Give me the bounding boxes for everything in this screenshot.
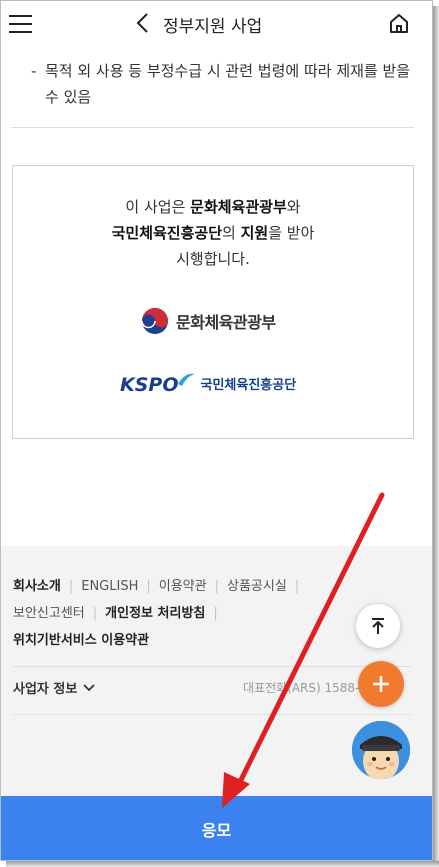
support-text-part: 의	[222, 224, 241, 242]
kspo-swoosh-icon	[178, 373, 196, 386]
divider	[11, 127, 414, 128]
support-statement: 이 사업은 문화체육관광부와 국민체육진흥공단의 지원을 받아 시행합니다.	[13, 194, 413, 272]
separator: |	[214, 579, 219, 594]
taegeuk-emblem-icon	[141, 308, 168, 334]
notice-body: 목적 외 사용 등 부정수급 시 관련 법령에 따라 제재를 받을 수 있음	[45, 62, 411, 106]
chevron-left-icon[interactable]	[134, 12, 152, 34]
page-title: 정부지원 사업	[163, 17, 263, 37]
divider	[13, 666, 411, 667]
app-frame: 정부지원 사업 - 목적 외 사용 등 부정수급 시 관련 법령에 따라 제재를…	[0, 0, 433, 861]
footer-links-row: 회사소개 | ENGLISH | 이용약관 | 상품공시실 |	[13, 573, 423, 600]
footer-link-english[interactable]: ENGLISH	[81, 579, 138, 594]
chatbot-button[interactable]	[352, 721, 410, 779]
support-text-part: 을 받아	[268, 224, 315, 242]
mcst-logo-text: 문화체육관광부	[176, 313, 276, 332]
arrow-up-to-top-icon	[372, 618, 384, 634]
notice-text: - 목적 외 사용 등 부정수급 시 관련 법령에 따라 제재를 받을 수 있음	[31, 58, 411, 110]
government-support-box: 이 사업은 문화체육관광부와 국민체육진흥공단의 지원을 받아 시행합니다. 문…	[12, 165, 414, 439]
footer-link-product-disclosure[interactable]: 상품공시실	[227, 579, 287, 594]
business-info-label: 사업자 정보	[13, 682, 78, 697]
separator: |	[146, 579, 151, 594]
footer-link-company[interactable]: 회사소개	[13, 579, 61, 594]
separator: |	[92, 606, 98, 621]
separator: |	[68, 579, 74, 594]
support-org-kspo: 국민체육진흥공단	[111, 224, 223, 242]
footer-link-security-report[interactable]: 보안신고센터	[13, 606, 85, 621]
support-word: 지원	[240, 224, 269, 242]
chatbot-avatar-icon	[352, 721, 410, 779]
apply-button-label: 응모	[201, 821, 232, 840]
top-header: 정부지원 사업	[1, 1, 432, 47]
chevron-down-icon	[83, 683, 95, 691]
support-org-mcst: 문화체육관광부	[190, 198, 287, 216]
frame-shadow	[433, 6, 439, 867]
support-text-part: 와	[286, 198, 301, 216]
hamburger-menu-icon[interactable]	[9, 14, 33, 34]
quick-menu-plus-button[interactable]	[358, 661, 404, 707]
mcst-logo: 문화체육관광부	[141, 306, 276, 336]
support-text-part: 시행합니다.	[176, 250, 250, 268]
kspo-logo-text: 국민체육진흥공단	[200, 378, 297, 393]
frame-shadow	[6, 861, 439, 867]
kspo-logo: KSPO 국민체육진흥공단	[120, 366, 296, 396]
plus-icon	[373, 676, 389, 692]
separator: |	[294, 579, 300, 594]
divider	[13, 714, 411, 715]
support-text-part: 이 사업은	[125, 198, 191, 216]
footer-link-location-terms[interactable]: 위치기반서비스 이용약관	[13, 633, 149, 648]
business-info-toggle[interactable]: 사업자 정보	[13, 678, 95, 697]
scroll-to-top-button[interactable]	[356, 604, 400, 648]
separator: |	[213, 606, 218, 621]
apply-button[interactable]: 응모	[1, 796, 432, 860]
footer-link-privacy-policy[interactable]: 개인정보 처리방침	[105, 606, 205, 621]
kspo-logo-mark: KSPO	[120, 374, 179, 396]
footer-link-terms[interactable]: 이용약관	[159, 579, 207, 594]
notice-bullet: -	[31, 62, 37, 80]
home-icon[interactable]	[388, 12, 410, 34]
